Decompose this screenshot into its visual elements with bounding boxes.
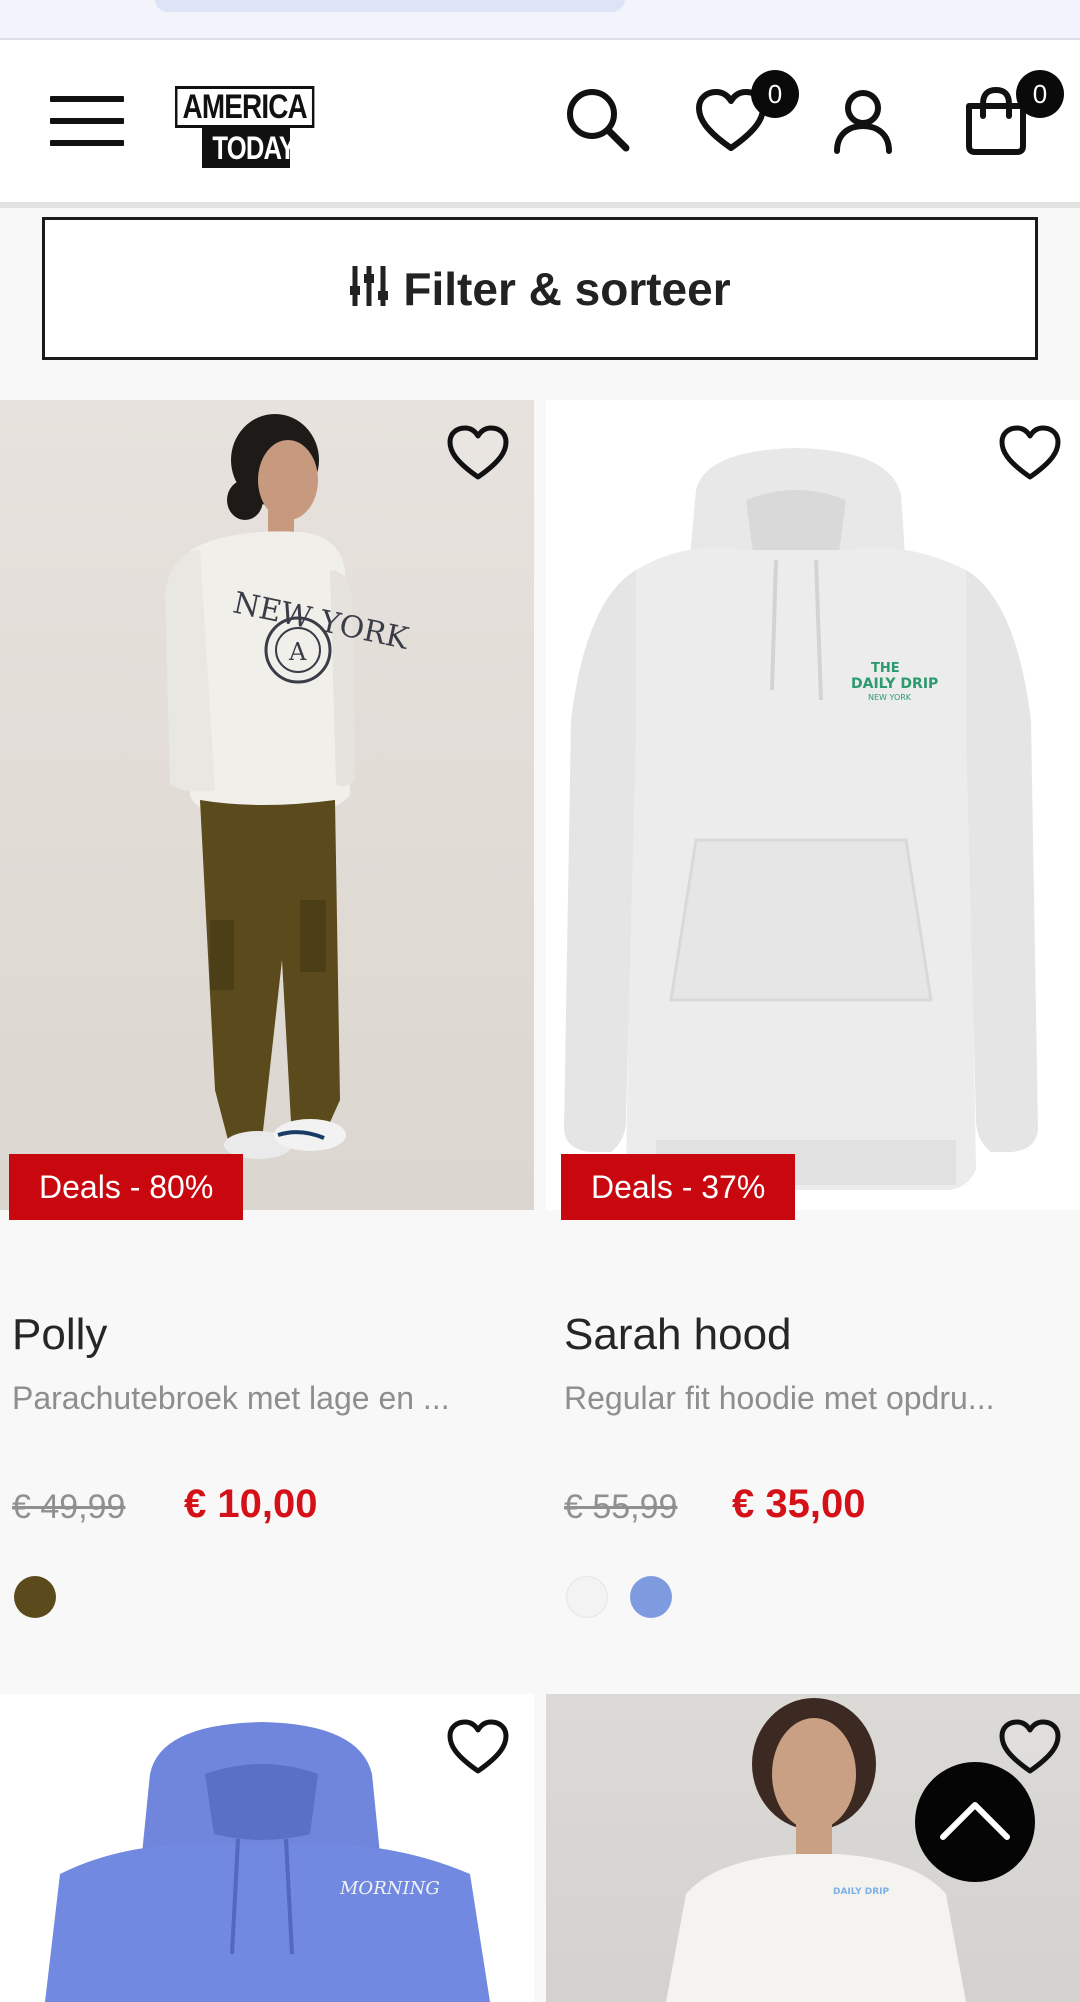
wishlist-heart-icon[interactable] [446, 1718, 510, 1781]
site-header: AMERICA TODAY 0 0 [0, 40, 1080, 208]
deal-badge: Deals - 37% [561, 1154, 796, 1220]
chevron-up-icon [940, 1802, 1010, 1840]
product-card[interactable]: NEW YORK A Deals - 80% Polly Parachutebr… [0, 400, 534, 1660]
color-swatch-olive[interactable] [14, 1576, 56, 1618]
sale-price: € 10,00 [184, 1482, 318, 1526]
color-swatch-blue[interactable] [630, 1576, 672, 1618]
product-image[interactable]: NEW YORK A [0, 400, 534, 1210]
logo-bottom-box: TODAY [202, 128, 296, 168]
svg-text:A: A [288, 638, 307, 666]
wishlist-count-badge: 0 [751, 70, 799, 118]
search-icon[interactable] [565, 87, 631, 153]
product-description: Regular fit hoodie met opdru... [564, 1380, 995, 1416]
cart-count-badge: 0 [1016, 70, 1064, 118]
product-card[interactable]: MORNING [0, 1694, 534, 2002]
wishlist-heart-icon[interactable] [998, 424, 1062, 487]
filter-sort-label: Filter & sorteer [403, 262, 731, 315]
logo-line1: AMERICA [182, 88, 308, 126]
account-user-icon[interactable] [833, 88, 893, 154]
svg-text:DAILY DRIP: DAILY DRIP [833, 1887, 890, 1897]
svg-text:DAILY DRIP: DAILY DRIP [851, 676, 938, 692]
sale-price: € 35,00 [732, 1482, 866, 1526]
deal-badge: Deals - 80% [9, 1154, 244, 1220]
filter-sort-button[interactable]: Filter & sorteer [42, 217, 1038, 360]
logo-top-box: AMERICA [175, 86, 315, 128]
original-price: € 55,99 [564, 1488, 678, 1526]
product-image[interactable]: THE DAILY DRIP NEW YORK [546, 400, 1080, 1210]
sliders-icon [349, 264, 389, 313]
product-name[interactable]: Polly [12, 1310, 107, 1360]
color-swatch-white[interactable] [566, 1576, 608, 1618]
brand-logo[interactable]: AMERICA TODAY [175, 86, 315, 168]
page: AMERICA TODAY 0 0 Filter & sorteer NEW Y… [0, 0, 1080, 2002]
logo-line2: TODAY [212, 130, 296, 166]
menu-icon[interactable] [50, 96, 124, 146]
original-price: € 49,99 [12, 1488, 126, 1526]
product-description: Parachutebroek met lage en ... [12, 1380, 450, 1416]
svg-text:MORNING: MORNING [339, 1878, 440, 1899]
top-banner-pill[interactable] [155, 0, 625, 12]
svg-text:THE: THE [871, 661, 900, 676]
product-name[interactable]: Sarah hood [564, 1310, 792, 1360]
top-banner-strip [0, 0, 1080, 40]
product-card[interactable]: THE DAILY DRIP NEW YORK Deals - 37% Sara… [546, 400, 1080, 1660]
svg-text:NEW YORK: NEW YORK [868, 693, 912, 702]
scroll-to-top-button[interactable] [915, 1762, 1035, 1882]
wishlist-heart-icon[interactable] [446, 424, 510, 487]
